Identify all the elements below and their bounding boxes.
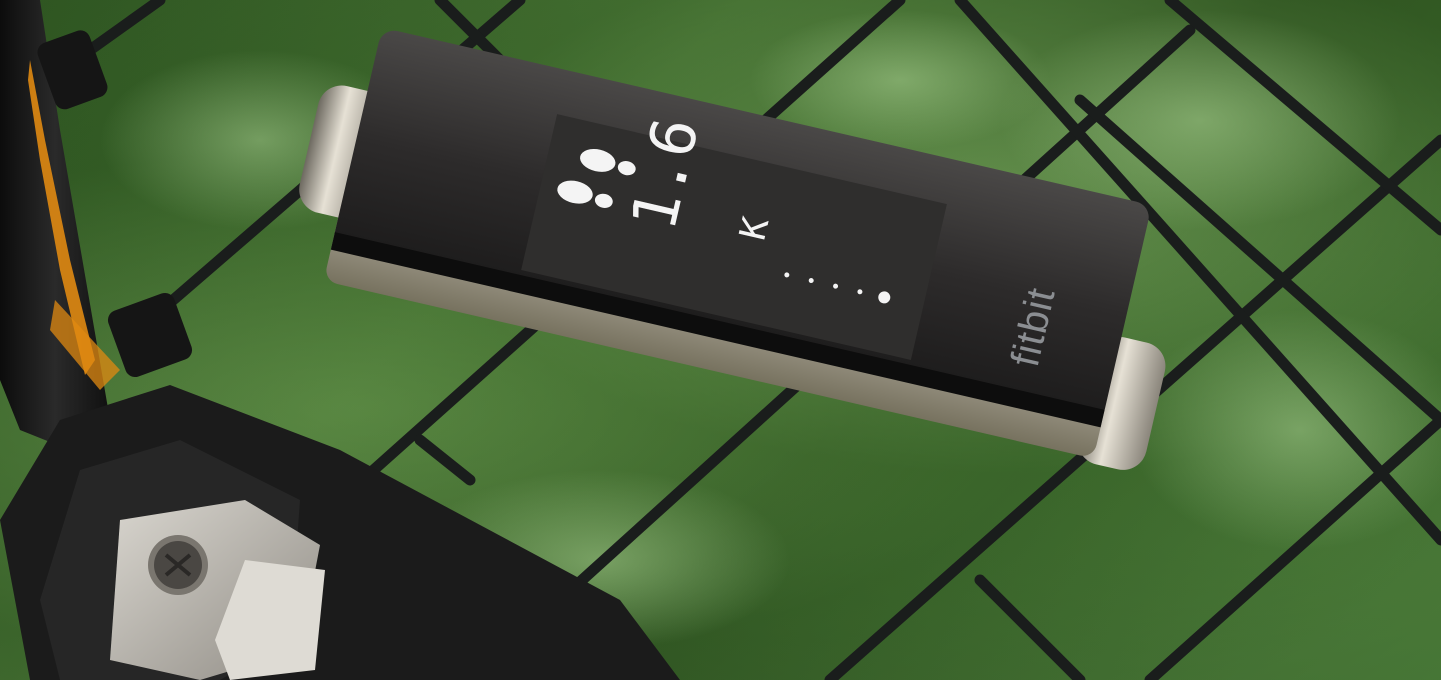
photo-svg: 1.6 K fitbit [0,0,1441,680]
photo-scene: 1.6 K fitbit [0,0,1441,680]
